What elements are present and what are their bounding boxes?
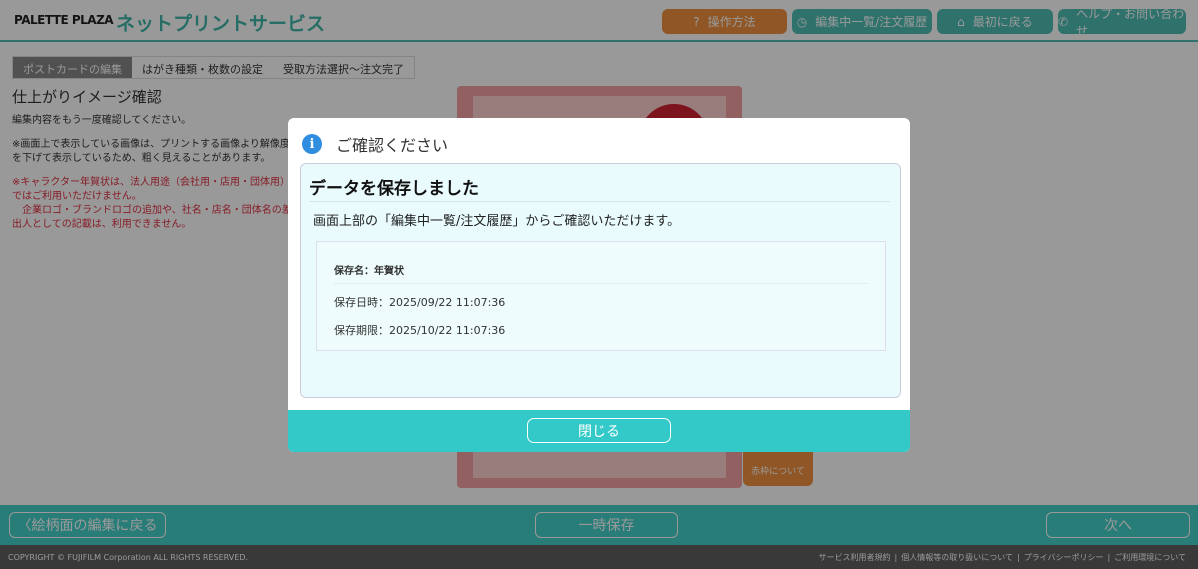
dialog-message: 画面上部の「編集中一覧/注文履歴」からご確認いただけます。	[313, 214, 681, 229]
info-icon: i	[302, 134, 322, 154]
close-button[interactable]: 閉じる	[527, 418, 671, 443]
saved-at: 保存日時：2025/09/22 11:07:36	[334, 296, 506, 309]
dialog-heading: データを保存しました	[309, 174, 890, 202]
confirm-dialog: i ご確認ください データを保存しました 画面上部の「編集中一覧/注文履歴」からご…	[288, 118, 910, 452]
expires-at: 保存期限：2025/10/22 11:07:36	[334, 324, 506, 337]
dialog-title: ご確認ください	[336, 136, 449, 155]
save-name: 保存名：年賀状	[334, 262, 868, 284]
save-details: 保存名：年賀状 保存日時：2025/09/22 11:07:36 保存期限：20…	[316, 241, 886, 351]
